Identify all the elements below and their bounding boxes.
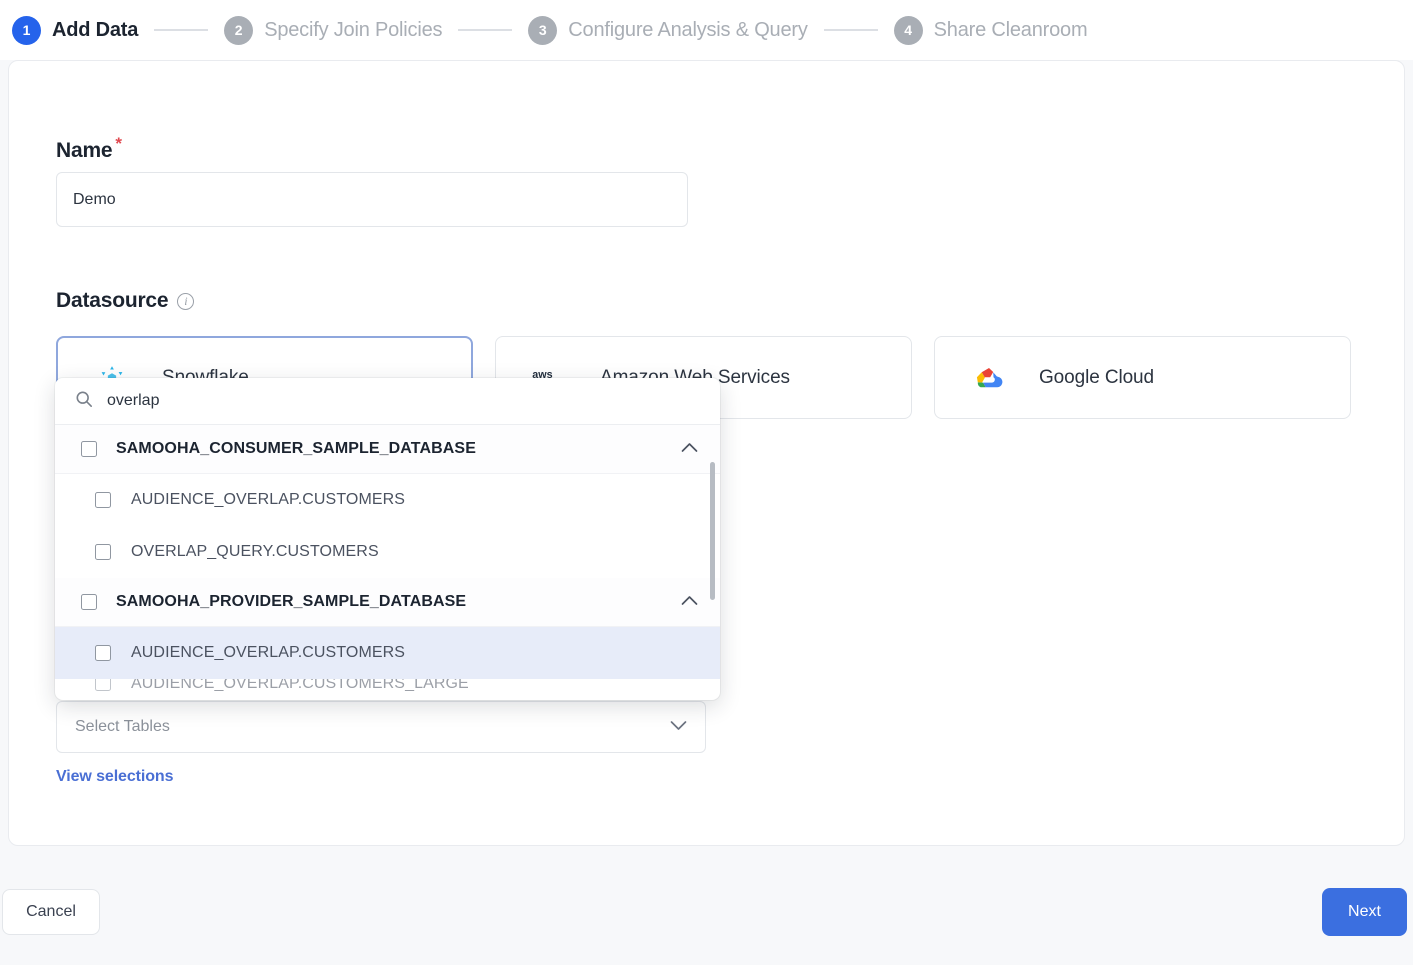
checkbox-icon[interactable]: [95, 679, 111, 691]
chevron-down-icon: [670, 718, 687, 736]
dropdown-item-label: OVERLAP_QUERY.CUSTOMERS: [131, 543, 379, 561]
dropdown-search-row: [55, 378, 720, 425]
dropdown-group-left: SAMOOHA_CONSUMER_SAMPLE_DATABASE: [81, 440, 476, 458]
chevron-up-icon[interactable]: [681, 440, 698, 458]
step-connector-1: [154, 29, 208, 31]
step-1-add-data[interactable]: 1 Add Data: [12, 16, 138, 45]
checkbox-icon[interactable]: [95, 645, 111, 661]
dropdown-group-header[interactable]: SAMOOHA_PROVIDER_SAMPLE_DATABASE: [55, 578, 720, 627]
name-input[interactable]: [56, 172, 688, 227]
select-tables-dropdown[interactable]: Select Tables: [56, 701, 706, 753]
checkbox-icon[interactable]: [95, 492, 111, 508]
step-2-badge: 2: [224, 16, 253, 45]
dropdown-item-label: AUDIENCE_OVERLAP.CUSTOMERS: [131, 644, 405, 662]
step-2-specify-join-policies[interactable]: 2 Specify Join Policies: [224, 16, 442, 45]
datasource-card-google-cloud-label: Google Cloud: [1039, 367, 1154, 389]
dropdown-scrollbar[interactable]: [710, 462, 715, 600]
checkbox-icon[interactable]: [95, 544, 111, 560]
wizard-stepper: 1 Add Data 2 Specify Join Policies 3 Con…: [0, 0, 1413, 60]
step-3-configure-analysis-query[interactable]: 3 Configure Analysis & Query: [528, 16, 807, 45]
search-icon: [75, 390, 93, 413]
datasource-card-google-cloud[interactable]: Google Cloud: [934, 336, 1351, 419]
datasource-label-text: Datasource: [56, 289, 168, 313]
dropdown-group-label: SAMOOHA_PROVIDER_SAMPLE_DATABASE: [116, 593, 466, 611]
datasource-field-label: Datasource i: [56, 289, 194, 313]
dropdown-list-item[interactable]: OVERLAP_QUERY.CUSTOMERS: [55, 526, 720, 578]
dropdown-group-label: SAMOOHA_CONSUMER_SAMPLE_DATABASE: [116, 440, 476, 458]
next-button[interactable]: Next: [1322, 888, 1407, 936]
dropdown-list-item-highlighted[interactable]: AUDIENCE_OVERLAP.CUSTOMERS: [55, 627, 720, 679]
dropdown-group-left: SAMOOHA_PROVIDER_SAMPLE_DATABASE: [81, 593, 466, 611]
dropdown-list[interactable]: SAMOOHA_CONSUMER_SAMPLE_DATABASE AUDIENC…: [55, 425, 720, 700]
chevron-up-icon[interactable]: [681, 593, 698, 611]
step-3-badge: 3: [528, 16, 557, 45]
step-3-label: Configure Analysis & Query: [568, 19, 807, 42]
view-selections-link[interactable]: View selections: [56, 768, 173, 786]
name-field-label: Name*: [56, 134, 122, 163]
tables-dropdown-panel: SAMOOHA_CONSUMER_SAMPLE_DATABASE AUDIENC…: [55, 378, 720, 700]
dropdown-list-item[interactable]: AUDIENCE_OVERLAP.CUSTOMERS: [55, 474, 720, 526]
step-1-badge: 1: [12, 16, 41, 45]
step-4-share-cleanroom[interactable]: 4 Share Cleanroom: [894, 16, 1088, 45]
cancel-button[interactable]: Cancel: [2, 889, 100, 935]
checkbox-icon[interactable]: [81, 441, 97, 457]
dropdown-group-header[interactable]: SAMOOHA_CONSUMER_SAMPLE_DATABASE: [55, 425, 720, 474]
checkbox-icon[interactable]: [81, 594, 97, 610]
step-4-badge: 4: [894, 16, 923, 45]
dropdown-item-label: AUDIENCE_OVERLAP.CUSTOMERS_LARGE: [131, 679, 469, 693]
required-asterisk: *: [115, 134, 121, 153]
google-cloud-icon: [969, 361, 1009, 395]
dropdown-item-label: AUDIENCE_OVERLAP.CUSTOMERS: [131, 491, 405, 509]
step-connector-2: [458, 29, 512, 31]
step-2-label: Specify Join Policies: [264, 19, 442, 42]
step-connector-3: [824, 29, 878, 31]
name-label-text: Name: [56, 139, 112, 162]
info-icon[interactable]: i: [177, 293, 194, 310]
step-4-label: Share Cleanroom: [934, 19, 1088, 42]
dropdown-list-item[interactable]: AUDIENCE_OVERLAP.CUSTOMERS_LARGE: [55, 679, 720, 699]
search-input[interactable]: [107, 392, 667, 410]
select-tables-placeholder: Select Tables: [75, 718, 170, 736]
step-1-label: Add Data: [52, 19, 138, 42]
